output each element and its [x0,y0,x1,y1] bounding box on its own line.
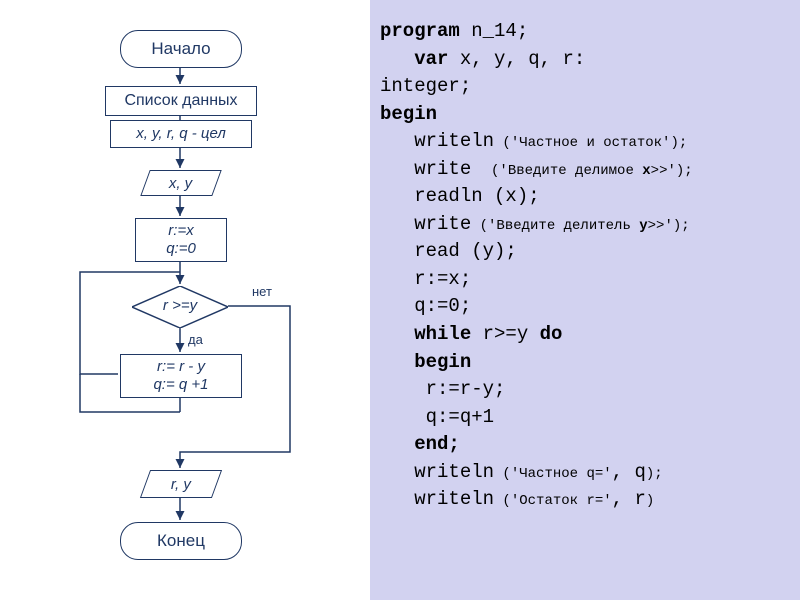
flow-vars-label: x, y, r, q - цел [136,125,226,143]
flow-init-q: q:=0 [166,240,196,258]
flow-input: x, y [140,170,221,196]
code-l17c: , q [612,461,646,483]
code-l2b: x, y, q, r: [448,48,585,70]
code-l18c: , r [612,488,646,510]
flow-vars: x, y, r, q - цел [110,120,252,148]
code-line-7: readln (x); [380,183,790,211]
code-line-6: write ('Введите делимое x>>'); [380,156,790,184]
code-l5b: ('Частное и остаток'); [494,135,687,151]
code-l6c: x [642,163,650,179]
code-line-11: q:=0; [380,293,790,321]
code-line-13: begin [380,349,790,377]
flow-body-q: q:= q +1 [153,376,208,394]
code-l18a: writeln [380,488,494,510]
code-l17d: ); [646,466,663,482]
flow-start-label: Начало [151,39,210,59]
code-line-10: r:=x; [380,266,790,294]
code-l18b: ('Остаток r=' [494,493,612,509]
flow-end: Конец [120,522,242,560]
code-line-5: writeln ('Частное и остаток'); [380,128,790,156]
code-l6a: write [380,158,483,180]
code-l17b: ('Частное q=' [494,466,612,482]
kw-program: program [380,20,460,42]
code-l8c: y [639,218,647,234]
kw-var: var [380,48,448,70]
code-l6b: ('Введите делимое [483,163,643,179]
code-line-8: write ('Введите делитель y>>'); [380,211,790,239]
flow-cond: r >=y [132,286,228,328]
code-l12b: r>=y [471,323,539,345]
flow-output: r, y [140,470,222,498]
flow-body: r:= r - y q:= q +1 [120,354,242,398]
code-line-2: var x, y, q, r: [380,46,790,74]
code-panel: program n_14; var x, y, q, r: integer; b… [370,0,800,600]
code-line-12: while r>=y do [380,321,790,349]
flow-no-label: нет [252,284,272,299]
flow-start: Начало [120,30,242,68]
code-l8d: >>'); [648,218,690,234]
code-line-4: begin [380,101,790,129]
code-line-17: writeln ('Частное q=', q); [380,459,790,487]
flow-body-r: r:= r - y [157,358,205,376]
kw-do: do [540,323,563,345]
flow-yes-label: да [188,332,203,347]
flow-init-r: r:=x [168,222,193,240]
code-line-16: end; [380,431,790,459]
flow-datalist-label: Список данных [124,91,237,110]
code-l6d: >>'); [651,163,693,179]
code-line-9: read (y); [380,238,790,266]
flow-end-label: Конец [157,531,205,551]
kw-while: while [380,323,471,345]
code-l18d: ) [646,493,654,509]
code-l1b: n_14; [460,20,528,42]
code-line-15: q:=q+1 [380,404,790,432]
flow-input-label: x, y [169,175,192,192]
code-l8b: ('Введите делитель [471,218,639,234]
code-line-1: program n_14; [380,18,790,46]
code-line-14: r:=r-y; [380,376,790,404]
code-line-3: integer; [380,73,790,101]
code-l5a: writeln [380,130,494,152]
flow-datalist: Список данных [105,86,257,116]
flow-cond-label: r >=y [132,297,228,314]
code-line-18: writeln ('Остаток r=', r) [380,486,790,514]
code-l17a: writeln [380,461,494,483]
flow-init: r:=x q:=0 [135,218,227,262]
code-l8a: write [380,213,471,235]
flow-output-label: r, y [171,476,191,493]
flowchart-panel: Начало Список данных x, y, r, q - цел x,… [30,20,360,590]
